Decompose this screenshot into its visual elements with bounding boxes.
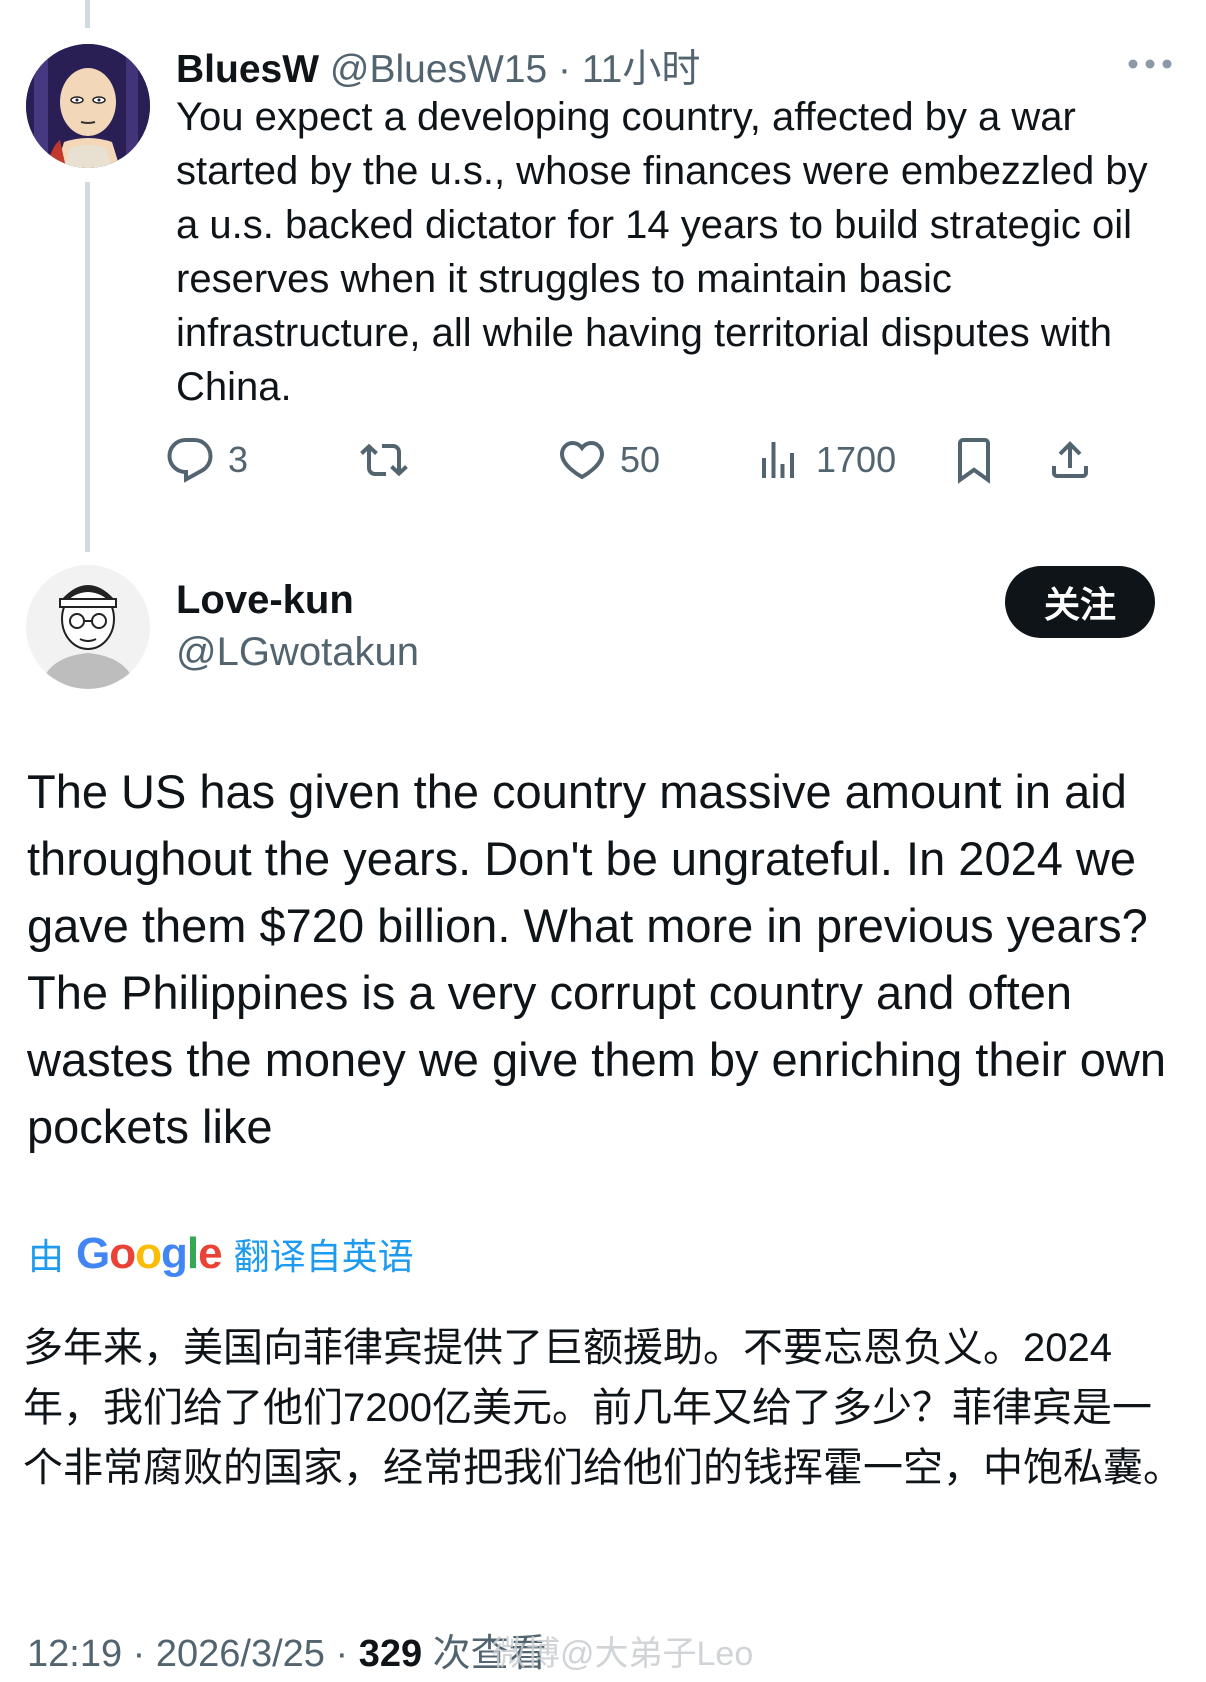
repost-action[interactable] — [360, 436, 408, 484]
author-avatar[interactable] — [26, 565, 150, 689]
share-action[interactable] — [1046, 436, 1094, 484]
thread-line — [85, 182, 90, 552]
post-timestamp[interactable]: 12:19 · 2026/3/25 · — [27, 1633, 359, 1675]
like-count: 50 — [620, 439, 661, 480]
bookmark-icon — [958, 438, 990, 484]
translation-suffix: 翻译自英语 — [233, 1236, 414, 1277]
reply-display-name[interactable]: BluesW — [176, 48, 319, 91]
views-chart-icon — [762, 442, 794, 478]
repost-icon — [360, 443, 408, 477]
translated-text: 多年来，美国向菲律宾提供了巨额援助。不要忘恩负义。2024年，我们给了他们720… — [23, 1326, 1183, 1490]
reply-meta: @BluesW15 · 11小时 — [329, 48, 701, 91]
translation-prefix: 由 — [28, 1236, 65, 1277]
heart-icon — [559, 440, 605, 480]
post-text: The US has given the country massive amo… — [27, 765, 1167, 1153]
bookmark-action[interactable] — [950, 436, 998, 484]
google-logo: Google — [76, 1229, 223, 1278]
watermark: 微博@大弟子Leo — [492, 1635, 754, 1673]
comment-icon — [167, 438, 213, 483]
more-options-icon[interactable] — [1125, 48, 1175, 80]
views-action[interactable]: 1700 — [754, 436, 896, 484]
post-view-count: 329 — [358, 1633, 423, 1675]
reply-avatar[interactable] — [26, 44, 150, 168]
reply-header: BluesW @BluesW15 · 11小时 — [176, 38, 700, 94]
reply-text: You expect a developing country, affecte… — [176, 95, 1148, 409]
translation-attribution[interactable]: 由 Google 翻译自英语 — [28, 1228, 414, 1280]
reply-action[interactable]: 3 — [166, 436, 248, 484]
author-display-name[interactable]: Love-kun — [176, 578, 354, 623]
reply-action-bar: 3 50 1700 — [0, 436, 1206, 486]
post-footer: 12:19 · 2026/3/25 · 329 次查看 — [27, 1622, 547, 1677]
reply-count: 3 — [228, 439, 249, 480]
follow-button[interactable]: 关注 — [1005, 566, 1155, 638]
views-count: 1700 — [816, 439, 897, 480]
author-handle[interactable]: @LGwotakun — [176, 630, 419, 675]
thread-line-top — [85, 0, 90, 28]
share-icon — [1052, 441, 1088, 478]
like-action[interactable]: 50 — [558, 436, 660, 484]
